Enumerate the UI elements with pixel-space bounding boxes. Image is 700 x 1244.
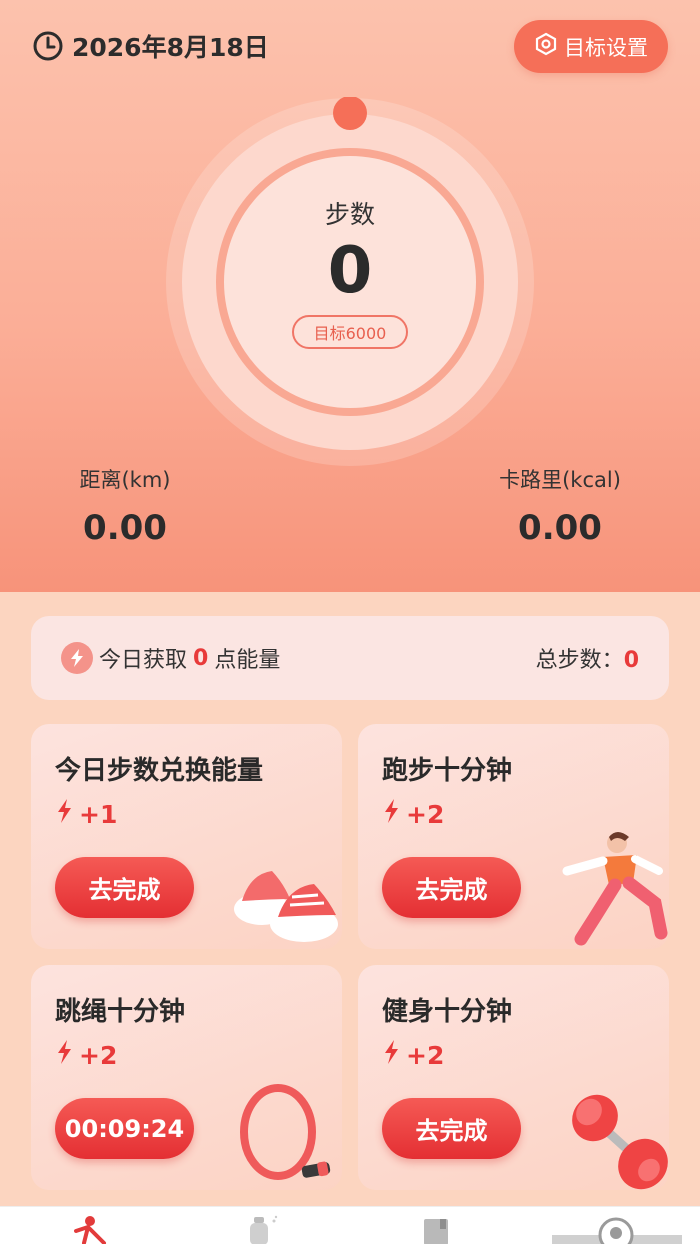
jump-rope-icon (232, 1070, 342, 1190)
dumbbell-icon (559, 1070, 669, 1190)
task-points: +2 (382, 798, 444, 830)
hero-panel: 2026年8月18日 目标设置 步数 0 目标6000 距离(km) 0.00 … (0, 0, 700, 592)
task-points: +2 (55, 1039, 117, 1071)
lightning-icon (61, 642, 93, 674)
lightning-icon (382, 798, 400, 830)
lightning-icon (55, 798, 73, 830)
task-card-jump-rope: 跳绳十分钟 +2 00:09:24 (31, 965, 342, 1190)
tab-steps[interactable] (58, 1213, 118, 1244)
energy-prefix: 今日获取 (99, 648, 188, 673)
calories-stat: 卡路里(kcal) 0.00 (480, 464, 640, 548)
step-ring: 步数 0 目标6000 (165, 97, 535, 467)
total-steps: 总步数：0 (536, 642, 639, 674)
calories-value: 0.00 (518, 508, 602, 548)
date-text: 2026年8月18日 (72, 33, 269, 62)
task-title: 今日步数兑换能量 (55, 756, 264, 786)
task-points-value: +2 (406, 799, 445, 829)
distance-value: 0.00 (83, 508, 167, 548)
total-steps-label: 总步数： (535, 648, 624, 673)
ring-center: 步数 0 目标6000 (165, 97, 535, 467)
walk-icon (66, 1213, 110, 1244)
goal-settings-button[interactable]: 目标设置 (514, 20, 668, 73)
energy-today: 今日获取 0 点能量 (61, 642, 280, 674)
total-steps-value: 0 (623, 648, 639, 673)
task-card-step-exchange: 今日步数兑换能量 +1 去完成 (31, 724, 342, 949)
task-card-fitness: 健身十分钟 +2 去完成 (358, 965, 669, 1190)
lightning-icon (55, 1039, 73, 1071)
tab-book[interactable] (406, 1213, 466, 1244)
energy-summary-bar: 今日获取 0 点能量 总步数：0 (31, 616, 669, 700)
bottom-tab-bar (0, 1206, 700, 1244)
book-icon (414, 1213, 458, 1244)
task-points-value: +2 (406, 1040, 445, 1070)
settings-hexagon-icon (534, 32, 558, 61)
task-points: +2 (382, 1039, 444, 1071)
energy-suffix: 点能量 (214, 648, 281, 673)
task-complete-button[interactable]: 去完成 (55, 857, 194, 918)
task-title: 健身十分钟 (382, 997, 513, 1027)
task-title: 跑步十分钟 (382, 756, 513, 786)
step-target-badge: 目标6000 (292, 315, 408, 349)
profile-icon (552, 1213, 682, 1244)
task-timer-button[interactable]: 00:09:24 (55, 1098, 194, 1159)
bottle-icon (238, 1213, 282, 1244)
distance-label: 距离(km) (79, 468, 171, 492)
task-complete-button[interactable]: 去完成 (382, 1098, 521, 1159)
tab-water[interactable] (230, 1213, 290, 1244)
task-title: 跳绳十分钟 (55, 997, 186, 1027)
clock-icon (32, 30, 64, 62)
sneakers-icon (232, 829, 342, 949)
task-points-value: +1 (79, 799, 118, 829)
task-card-running: 跑步十分钟 +2 去完成 (358, 724, 669, 949)
runner-icon (559, 829, 669, 949)
tab-profile[interactable] (552, 1213, 682, 1244)
task-points: +1 (55, 798, 117, 830)
task-complete-button[interactable]: 去完成 (382, 857, 521, 918)
lightning-icon (382, 1039, 400, 1071)
steps-value: 0 (327, 234, 373, 308)
energy-points: 0 (193, 645, 209, 671)
distance-stat: 距离(km) 0.00 (60, 464, 190, 548)
goal-settings-label: 目标设置 (564, 35, 648, 60)
steps-label: 步数 (324, 200, 375, 229)
calories-label: 卡路里(kcal) (499, 468, 621, 492)
date-row: 2026年8月18日 (32, 28, 269, 64)
task-points-value: +2 (79, 1040, 118, 1070)
